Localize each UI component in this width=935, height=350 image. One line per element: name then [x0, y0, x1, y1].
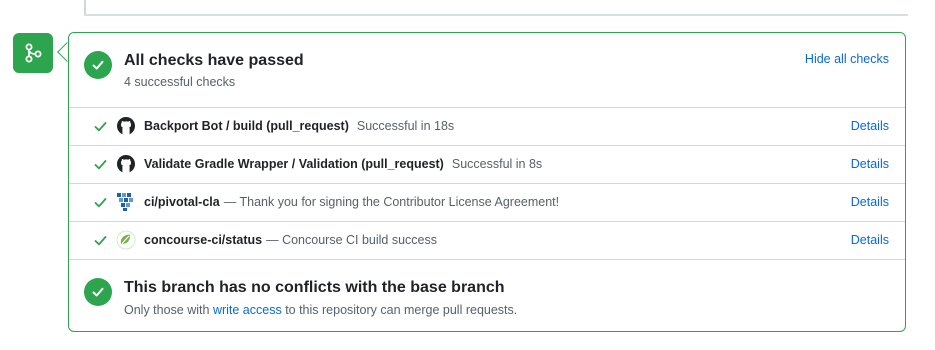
check-status: Successful in 8s: [451, 157, 543, 171]
check-row: concourse-ci/status — Concourse CI build …: [69, 221, 905, 260]
git-merge-badge: [13, 33, 53, 73]
github-icon: [116, 116, 136, 136]
checks-subtitle: 4 successful checks: [124, 75, 236, 89]
check-name: Validate Gradle Wrapper / Validation (pu…: [144, 157, 444, 171]
merge-checks-box: All checks have passed 4 successful chec…: [68, 32, 906, 332]
check-name: ci/pivotal-cla: [144, 195, 220, 209]
check-icon: [94, 236, 107, 246]
checks-list: Backport Bot / build (pull_request) Succe…: [69, 107, 905, 260]
check-icon: [94, 198, 107, 208]
check-name: concourse-ci/status: [144, 233, 263, 247]
merge-status-subtitle: Only those with write access to this rep…: [124, 303, 517, 317]
check-status: — Concourse CI build success: [266, 233, 437, 247]
check-row: Backport Bot / build (pull_request) Succe…: [69, 107, 905, 145]
merge-status-title: This branch has no conflicts with the ba…: [124, 279, 505, 296]
merge-status-text-prefix: Only those with: [124, 303, 213, 317]
divider: [84, 14, 908, 16]
details-link[interactable]: Details: [851, 119, 889, 133]
write-access-link[interactable]: write access: [213, 303, 282, 317]
check-row: Validate Gradle Wrapper / Validation (pu…: [69, 145, 905, 183]
check-circle-icon: [84, 51, 112, 79]
merge-status-text-suffix: to this repository can merge pull reques…: [281, 303, 518, 317]
details-link[interactable]: Details: [851, 195, 889, 209]
check-circle-icon: [84, 278, 112, 306]
check-icon: [94, 122, 107, 132]
timeline-line: [84, 0, 86, 14]
check-row: ci/pivotal-cla — Thank you for signing th…: [69, 183, 905, 221]
check-name: Backport Bot / build (pull_request): [144, 119, 349, 133]
checks-title: All checks have passed: [124, 52, 304, 69]
details-link[interactable]: Details: [851, 233, 889, 247]
hide-all-checks-link[interactable]: Hide all checks: [805, 52, 889, 66]
check-status: — Thank you for signing the Contributor …: [223, 195, 560, 209]
spring-icon: [116, 230, 136, 250]
pivotal-icon: [116, 192, 136, 212]
git-merge-icon: [25, 43, 42, 63]
details-link[interactable]: Details: [851, 157, 889, 171]
merge-status-section: This branch has no conflicts with the ba…: [69, 260, 905, 332]
checks-summary: All checks have passed 4 successful chec…: [69, 33, 905, 108]
github-icon: [117, 155, 135, 173]
check-icon: [94, 160, 107, 170]
check-status: Successful in 18s: [356, 119, 455, 133]
